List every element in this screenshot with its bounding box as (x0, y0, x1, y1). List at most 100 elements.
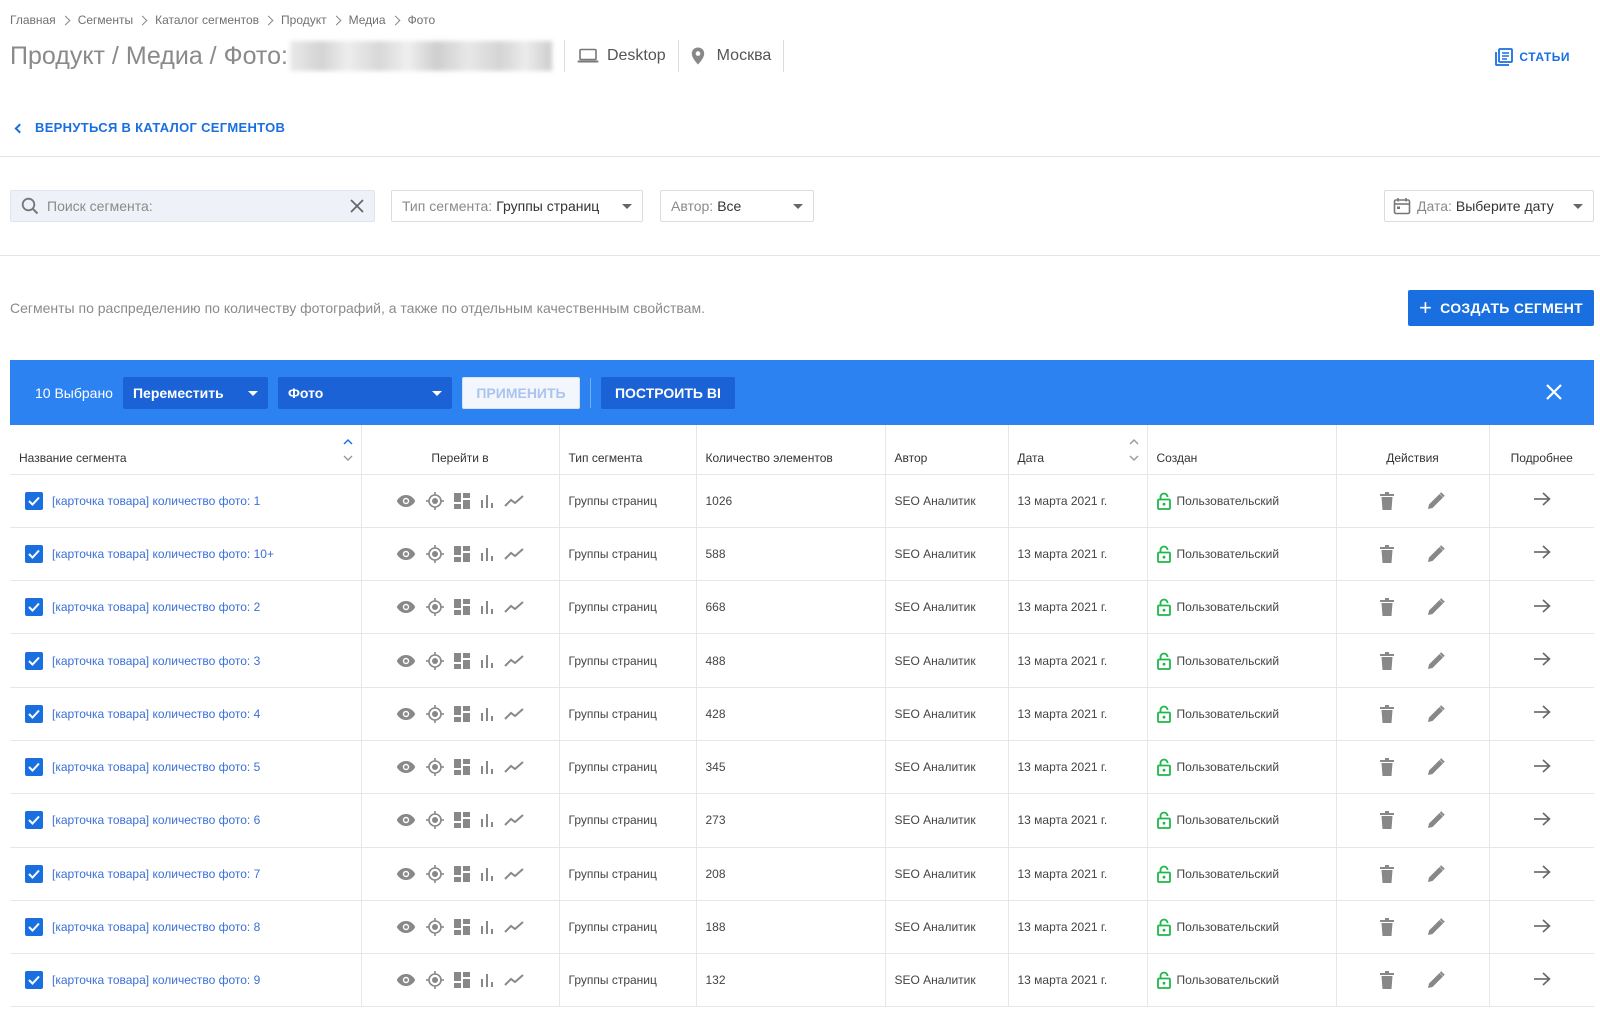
dashboard-icon[interactable] (454, 759, 470, 776)
target-icon[interactable] (426, 544, 444, 563)
back-to-catalog-link[interactable]: ВЕРНУТЬСЯ В КАТАЛОГ СЕГМЕНТОВ (14, 120, 285, 135)
region-selector[interactable]: Москва (691, 47, 771, 65)
pencil-icon[interactable] (1427, 651, 1445, 670)
trash-icon[interactable] (1380, 864, 1394, 883)
segment-name-link[interactable]: [карточка товара] количество фото: 4 (52, 707, 260, 721)
segment-name-link[interactable]: [карточка товара] количество фото: 9 (52, 973, 260, 987)
pencil-icon[interactable] (1427, 811, 1445, 829)
trash-icon[interactable] (1380, 491, 1394, 510)
segment-type-dropdown[interactable]: Тип сегмента: Группы страниц (391, 190, 643, 222)
trend-icon[interactable] (504, 654, 524, 667)
target-folder-dropdown[interactable]: Фото (277, 376, 452, 409)
row-checkbox[interactable] (25, 811, 43, 830)
segment-name-link[interactable]: [карточка товара] количество фото: 5 (52, 760, 260, 774)
dashboard-icon[interactable] (454, 865, 470, 882)
column-header-name[interactable]: Название сегмента (10, 425, 362, 475)
target-icon[interactable] (426, 758, 444, 777)
bar-chart-icon[interactable] (480, 654, 494, 668)
target-icon[interactable] (426, 811, 444, 830)
dashboard-icon[interactable] (454, 972, 470, 989)
dashboard-icon[interactable] (454, 705, 470, 722)
dashboard-icon[interactable] (454, 545, 470, 562)
eye-icon[interactable] (396, 654, 416, 668)
target-icon[interactable] (426, 704, 444, 723)
bar-chart-icon[interactable] (480, 547, 494, 561)
dashboard-icon[interactable] (454, 599, 470, 616)
eye-icon[interactable] (396, 494, 416, 508)
arrow-right-icon[interactable] (1533, 972, 1551, 986)
trash-icon[interactable] (1380, 918, 1394, 937)
arrow-right-icon[interactable] (1533, 652, 1551, 666)
articles-link[interactable]: СТАТЬИ (1495, 48, 1570, 66)
arrow-right-icon[interactable] (1533, 492, 1551, 506)
apply-button[interactable]: ПРИМЕНИТЬ (461, 376, 580, 409)
trend-icon[interactable] (504, 601, 524, 613)
dashboard-icon[interactable] (454, 652, 470, 669)
trend-icon[interactable] (504, 814, 524, 827)
segment-name-link[interactable]: [карточка товара] количество фото: 8 (52, 920, 260, 934)
date-dropdown[interactable]: Дата: Выберите дату (1384, 190, 1594, 222)
eye-icon[interactable] (396, 813, 416, 827)
close-icon[interactable] (1544, 382, 1564, 402)
target-icon[interactable] (426, 651, 444, 670)
row-checkbox[interactable] (25, 864, 43, 883)
pencil-icon[interactable] (1427, 758, 1445, 776)
segment-name-link[interactable]: [карточка товара] количество фото: 6 (52, 813, 260, 827)
bar-chart-icon[interactable] (480, 760, 494, 775)
trash-icon[interactable] (1380, 544, 1394, 563)
sort-icon[interactable] (1129, 437, 1139, 463)
breadcrumb-item-catalog[interactable]: Каталог сегментов (155, 13, 259, 27)
trend-icon[interactable] (504, 761, 524, 773)
row-checkbox[interactable] (25, 758, 43, 777)
bar-chart-icon[interactable] (480, 707, 494, 721)
segment-name-link[interactable]: [карточка товара] количество фото: 10+ (52, 547, 274, 561)
pencil-icon[interactable] (1427, 971, 1445, 989)
breadcrumb-item-product[interactable]: Продукт (281, 13, 327, 27)
arrow-right-icon[interactable] (1533, 812, 1551, 826)
trash-icon[interactable] (1380, 811, 1394, 830)
segment-name-link[interactable]: [карточка товара] количество фото: 3 (52, 654, 260, 668)
author-dropdown[interactable]: Автор: Все (660, 190, 814, 222)
target-icon[interactable] (426, 491, 444, 510)
bulk-action-dropdown[interactable]: Переместить (122, 376, 268, 409)
row-checkbox[interactable] (25, 651, 43, 670)
breadcrumb-item-home[interactable]: Главная (10, 13, 56, 27)
pencil-icon[interactable] (1427, 705, 1445, 723)
trend-icon[interactable] (504, 494, 524, 507)
eye-icon[interactable] (396, 867, 416, 881)
arrow-right-icon[interactable] (1533, 599, 1551, 613)
trend-icon[interactable] (504, 548, 524, 560)
dashboard-icon[interactable] (454, 492, 470, 509)
row-checkbox[interactable] (25, 971, 43, 990)
clear-icon[interactable] (350, 199, 364, 213)
pencil-icon[interactable] (1427, 598, 1445, 616)
row-checkbox[interactable] (25, 598, 43, 617)
trash-icon[interactable] (1380, 704, 1394, 723)
row-checkbox[interactable] (25, 491, 43, 510)
row-checkbox[interactable] (25, 544, 43, 563)
pencil-icon[interactable] (1427, 491, 1445, 510)
sort-icon[interactable] (343, 437, 353, 463)
bar-chart-icon[interactable] (480, 867, 494, 881)
target-icon[interactable] (426, 971, 444, 990)
trend-icon[interactable] (504, 921, 524, 933)
pencil-icon[interactable] (1427, 545, 1445, 563)
bar-chart-icon[interactable] (480, 920, 494, 935)
bar-chart-icon[interactable] (480, 600, 494, 615)
row-checkbox[interactable] (25, 918, 43, 937)
trend-icon[interactable] (504, 867, 524, 880)
eye-icon[interactable] (396, 760, 416, 774)
dashboard-icon[interactable] (454, 812, 470, 829)
build-bi-button[interactable]: ПОСТРОИТЬ BI (600, 376, 735, 409)
pencil-icon[interactable] (1427, 918, 1445, 936)
target-icon[interactable] (426, 918, 444, 937)
arrow-right-icon[interactable] (1533, 918, 1551, 933)
bar-chart-icon[interactable] (480, 494, 494, 508)
search-field[interactable] (10, 190, 375, 222)
segment-name-link[interactable]: [карточка товара] количество фото: 7 (52, 867, 260, 881)
eye-icon[interactable] (396, 707, 416, 721)
breadcrumb-item-segments[interactable]: Сегменты (78, 13, 133, 27)
breadcrumb-item-media[interactable]: Медиа (349, 13, 386, 27)
arrow-right-icon[interactable] (1533, 705, 1551, 719)
trend-icon[interactable] (504, 974, 524, 987)
